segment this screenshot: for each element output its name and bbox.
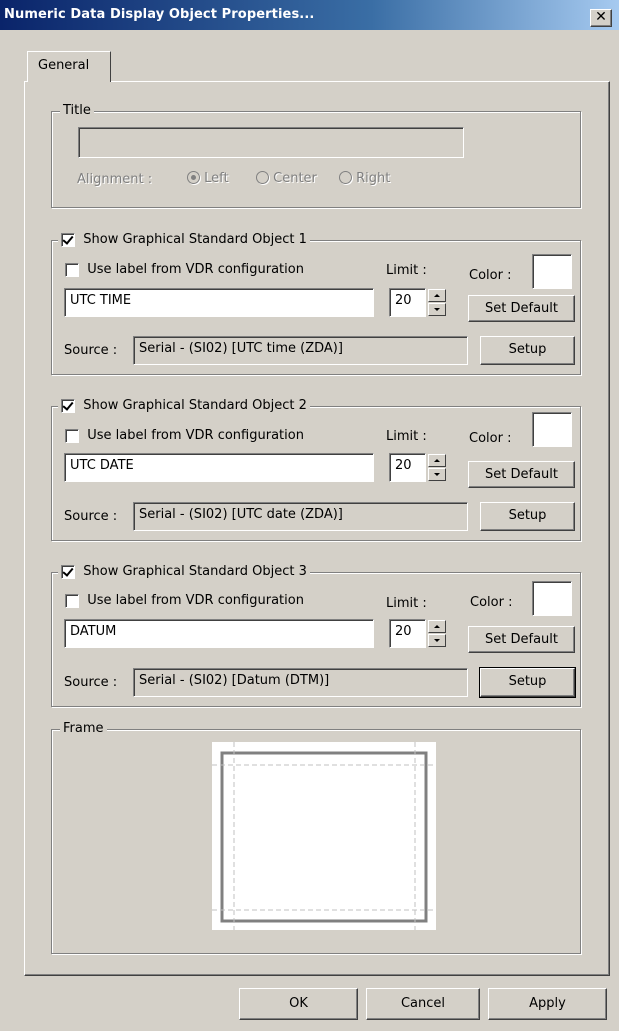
ok-button[interactable]: OK: [239, 988, 358, 1020]
spin-up-icon[interactable]: [428, 289, 446, 302]
radio-selected-icon: [187, 171, 200, 184]
object-1-limit-spinner[interactable]: [428, 289, 446, 316]
object-2-color-swatch[interactable]: [532, 412, 572, 447]
close-button[interactable]: ✕: [590, 9, 612, 27]
object-2-source-field: Serial - (SI02) [UTC date (ZDA)]: [133, 502, 468, 531]
radio-icon: [339, 171, 352, 184]
object-3-color-label: Color :: [470, 595, 513, 610]
object-2-legend: Show Graphical Standard Object 2: [83, 398, 307, 413]
object-1-show-checkbox[interactable]: Show Graphical Standard Object 1: [58, 232, 310, 247]
object-3-use-label-text: Use label from VDR configuration: [87, 593, 304, 608]
object-1-source-label: Source :: [64, 343, 118, 358]
align-left-label: Left: [204, 171, 229, 186]
object-2-setup-button[interactable]: Setup: [480, 502, 575, 531]
frame-preview[interactable]: [212, 742, 436, 930]
checkbox-checked-icon: [61, 398, 75, 413]
object-3-set-default-button[interactable]: Set Default: [468, 626, 575, 653]
title-group-legend: Title: [60, 103, 94, 118]
align-center-radio[interactable]: Center: [256, 171, 317, 186]
object-1-limit-label: Limit :: [386, 263, 427, 278]
object-1-setup-button[interactable]: Setup: [480, 336, 575, 365]
object-1-use-label-text: Use label from VDR configuration: [87, 262, 304, 277]
object-2-label-input[interactable]: UTC DATE: [64, 453, 374, 482]
align-center-label: Center: [273, 171, 317, 186]
object-2-limit-label: Limit :: [386, 429, 427, 444]
object-1-use-label-checkbox[interactable]: Use label from VDR configuration: [65, 262, 304, 277]
object-3-limit-input[interactable]: 20: [389, 619, 426, 648]
apply-button[interactable]: Apply: [488, 988, 607, 1020]
object-3-show-checkbox[interactable]: Show Graphical Standard Object 3: [58, 564, 310, 579]
checkbox-icon: [65, 593, 79, 608]
object-2-use-label-checkbox[interactable]: Use label from VDR configuration: [65, 428, 304, 443]
object-3-label-input[interactable]: DATUM: [64, 619, 374, 648]
title-input[interactable]: [78, 127, 464, 158]
align-left-radio[interactable]: Left: [187, 171, 229, 186]
object-1-label-input[interactable]: UTC TIME: [64, 288, 374, 317]
object-2-set-default-button[interactable]: Set Default: [468, 461, 575, 488]
object-2-color-label: Color :: [469, 431, 512, 446]
checkbox-checked-icon: [61, 232, 75, 247]
spin-down-icon[interactable]: [428, 634, 446, 647]
object-3-use-label-checkbox[interactable]: Use label from VDR configuration: [65, 593, 304, 608]
object-1-color-label: Color :: [469, 268, 512, 283]
object-3-setup-button[interactable]: Setup: [479, 667, 576, 698]
spin-down-icon[interactable]: [428, 468, 446, 481]
object-1-set-default-button[interactable]: Set Default: [468, 295, 575, 322]
cancel-button[interactable]: Cancel: [366, 988, 480, 1020]
object-1-legend: Show Graphical Standard Object 1: [83, 232, 307, 247]
title-bar: Numeric Data Display Object Properties..…: [0, 0, 619, 30]
checkbox-icon: [65, 428, 79, 443]
object-2-show-checkbox[interactable]: Show Graphical Standard Object 2: [58, 398, 310, 413]
checkbox-icon: [65, 262, 79, 277]
align-right-label: Right: [356, 171, 391, 186]
align-right-radio[interactable]: Right: [339, 171, 390, 186]
frame-group-legend: Frame: [60, 721, 107, 736]
frame-preview-background: [212, 742, 436, 930]
checkbox-checked-icon: [61, 564, 75, 579]
object-1-source-field: Serial - (SI02) [UTC time (ZDA)]: [133, 336, 468, 365]
object-2-use-label-text: Use label from VDR configuration: [87, 428, 304, 443]
tab-general[interactable]: General: [27, 51, 111, 82]
window-title: Numeric Data Display Object Properties..…: [4, 7, 315, 22]
spin-down-icon[interactable]: [428, 303, 446, 316]
spin-up-icon[interactable]: [428, 454, 446, 467]
object-3-source-label: Source :: [64, 675, 118, 690]
object-3-color-swatch[interactable]: [532, 581, 572, 616]
spin-up-icon[interactable]: [428, 620, 446, 633]
object-3-legend: Show Graphical Standard Object 3: [83, 564, 307, 579]
object-2-limit-spinner[interactable]: [428, 454, 446, 481]
object-3-limit-label: Limit :: [386, 596, 427, 611]
object-1-color-swatch[interactable]: [532, 254, 572, 289]
object-2-limit-input[interactable]: 20: [389, 453, 426, 482]
alignment-label: Alignment :: [77, 172, 153, 187]
title-group: Title: [51, 103, 581, 208]
object-2-source-label: Source :: [64, 509, 118, 524]
radio-icon: [256, 171, 269, 184]
tab-general-label: General: [38, 58, 90, 73]
object-1-limit-input[interactable]: 20: [389, 288, 426, 317]
object-3-limit-spinner[interactable]: [428, 620, 446, 647]
close-icon: ✕: [595, 9, 607, 25]
object-3-source-field: Serial - (SI02) [Datum (DTM)]: [133, 668, 468, 697]
